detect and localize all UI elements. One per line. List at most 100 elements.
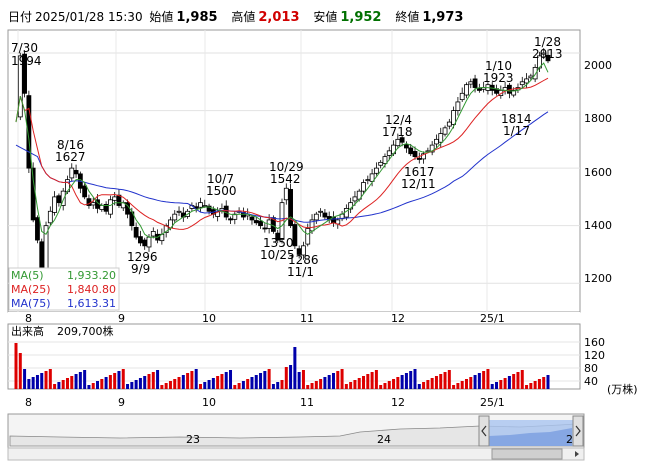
volume-bar [409,371,413,389]
volume-bar [280,380,284,389]
candle-body [412,151,418,158]
volume-bar [237,383,241,389]
volume-bar [250,377,254,389]
volume-bar [319,379,323,389]
price-tick: 1200 [584,272,612,285]
navigator-right-handle[interactable] [572,415,584,447]
annotation-date: 11/1 [287,265,314,279]
volume-bar [434,376,438,389]
volume-bar [537,379,541,389]
candle-body [455,101,461,111]
candle-body [138,236,143,244]
candle-body [472,78,478,88]
month-label: 10 [202,312,216,325]
candle-body [476,88,482,91]
volume-unit: (万株) [607,382,638,396]
volume-bar [181,375,185,389]
price-axis: 2000 1800 1600 1400 1200 [584,59,612,285]
month-label: 12 [391,396,405,409]
candle-body [146,236,152,248]
volume-bar [383,383,387,389]
volume-bar [14,343,18,389]
legend-ma75-value: 1,613.31 [67,297,116,310]
candle-body [434,138,439,145]
candle-body [438,133,444,143]
legend-ma5-value: 1,933.20 [67,269,116,282]
candle-body [35,217,40,241]
volume-bar [117,371,121,389]
volume-bar [456,383,460,389]
annotation-price: 1500 [206,184,237,198]
candle-body [253,220,259,224]
volume-bar [473,375,477,389]
volume-bar [48,369,52,389]
candle-body [198,202,203,208]
volume-bar [246,379,250,389]
navigator-left-handle[interactable] [478,415,490,447]
volume-bar [482,371,486,389]
volume-bar [301,370,305,389]
volume-bar [392,379,396,389]
volume-bar [31,377,35,389]
candle-body [176,210,182,213]
volume-bar [546,375,550,389]
candle-body [56,195,62,204]
volume-bar [108,375,112,389]
candle-body [223,205,229,218]
volume-bar [499,380,503,389]
volume-bar [65,378,69,389]
candle-body [365,179,371,182]
volume-bar [271,384,275,389]
volume-bar [327,375,331,389]
volume-bar [40,373,44,389]
candle-body [378,161,384,166]
volume-bar [160,385,164,389]
volume-bar [439,374,443,389]
candle-body [442,127,448,135]
volume-bar [357,378,361,389]
volume-bar [297,372,301,389]
month-label: 9 [118,312,125,325]
volume-bar [417,384,421,389]
volume-bar [323,377,327,389]
volume-bar [387,381,391,389]
volume-bar [310,383,314,389]
candle-body [524,78,529,84]
volume-bar [443,372,447,389]
candle-body [39,241,45,270]
month-label: 11 [300,396,314,409]
volume-tick: 120 [584,349,605,362]
candle-body [464,84,469,96]
volume-bar [306,385,310,389]
volume-bar [349,382,353,389]
volume-bar [224,372,228,389]
candle-body [116,194,122,206]
volume-bar [151,372,155,389]
volume-bar [314,381,318,389]
candle-body [82,185,88,198]
volume-bar [362,376,366,389]
volume-bar [284,367,288,389]
price-tick: 1400 [584,219,612,232]
volume-bar [177,377,181,389]
volume-tick: 80 [584,362,598,375]
volume-bar [520,370,524,389]
price-tick: 1600 [584,166,612,179]
volume-bar [263,371,267,389]
annotation-price: 1542 [270,172,301,186]
candle-body [99,205,105,210]
annotation-price: 2013 [532,47,563,61]
candle-body [386,150,392,156]
volume-bar [168,381,172,389]
volume-bar [430,378,434,389]
volume-bar [83,370,87,389]
volume-bar [512,374,516,389]
volume-bar [422,382,426,389]
scrollbar-thumb[interactable] [491,448,563,460]
month-label: 11 [300,312,314,325]
candle-body [172,213,178,221]
volume-bar [156,370,160,389]
annotation-price: 1923 [483,71,514,85]
volume-bar [404,373,408,389]
chart-svg: 2000 1800 1600 1400 1200 7/30 1994 8/16 … [7,29,638,461]
